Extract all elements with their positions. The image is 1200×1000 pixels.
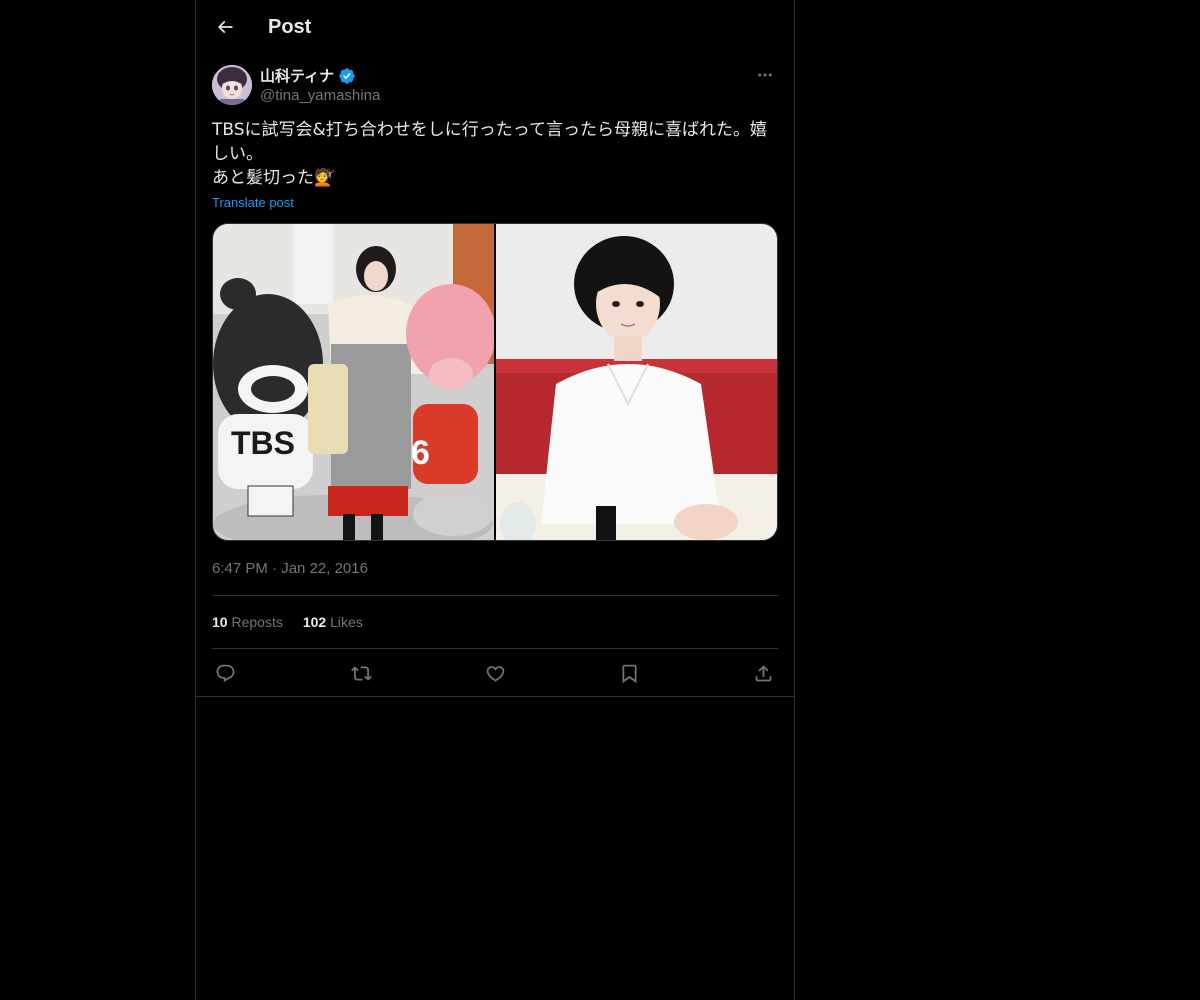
divider (196, 696, 794, 697)
likes-count: 102 (302, 614, 327, 630)
divider (212, 648, 778, 649)
page-title: Post (268, 16, 312, 38)
arrow-left-icon (217, 20, 233, 34)
reposts-stat[interactable]: 10 Reposts (212, 612, 283, 632)
share-button[interactable] (750, 660, 776, 686)
reply-button[interactable] (212, 660, 238, 686)
like-button[interactable] (482, 660, 508, 686)
author-display-name[interactable]: 山科ティナ (260, 66, 334, 86)
post-text: TBSに試写会&打ち合わせをしに行ったって言ったら母親に喜ばれた。嬉しい。 あと… (212, 120, 767, 188)
back-button[interactable] (208, 10, 242, 44)
bookmark-button[interactable] (616, 660, 642, 686)
verified-badge-icon (339, 68, 355, 84)
post-date: Jan 22, 2016 (281, 560, 368, 577)
author-handle[interactable]: @tina_yamashina (260, 86, 380, 106)
reply-icon (216, 664, 234, 682)
top-bar: Post (196, 0, 794, 53)
reposts-count: 10 (212, 614, 228, 630)
post-stats: 10 Reposts 102 Likes (212, 612, 383, 632)
more-icon (758, 73, 772, 77)
likes-stat[interactable]: 102 Likes (303, 612, 363, 632)
post-column: Post 山科ティナ @tina_yamashina TBSに試写会&打ち合わせ… (195, 0, 795, 1000)
reposts-label: Reposts (231, 614, 283, 630)
svg-text:TBS: TBS (231, 425, 295, 461)
post-timestamp[interactable]: 6:47 PM · Jan 22, 2016 (212, 559, 368, 579)
post-photo-1[interactable]: TBS 6 (213, 224, 494, 540)
divider (212, 595, 778, 596)
svg-text:6: 6 (411, 434, 430, 472)
post-photo-2[interactable] (496, 224, 777, 540)
translate-post-link[interactable]: Translate post (212, 194, 294, 212)
action-bar (212, 660, 778, 686)
media-grid: TBS 6 (212, 223, 778, 541)
more-options-button[interactable] (752, 64, 778, 86)
timestamp-separator: · (272, 560, 278, 577)
avatar[interactable] (212, 65, 252, 105)
like-icon (486, 665, 504, 682)
repost-icon (350, 665, 372, 681)
author-row: 山科ティナ @tina_yamashina (212, 64, 778, 108)
share-icon (755, 664, 771, 681)
repost-button[interactable] (348, 660, 374, 686)
bookmark-icon (622, 664, 636, 683)
post-time: 6:47 PM (212, 560, 268, 577)
likes-label: Likes (330, 614, 363, 630)
